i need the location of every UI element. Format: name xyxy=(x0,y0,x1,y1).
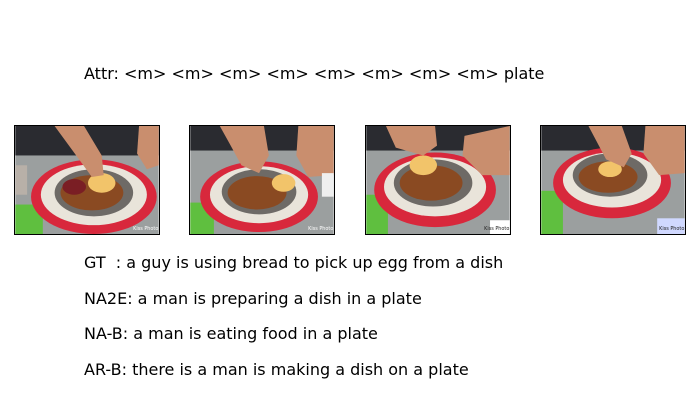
caption-ar-b: AR-B: there is a man is making a dish on… xyxy=(84,360,469,379)
video-frame-4: Kiss Photo xyxy=(540,125,686,235)
frame-3-image: Kiss Photo xyxy=(366,126,510,234)
frame-3-watermark: Kiss Photo xyxy=(484,226,509,232)
frame-2-image: Kiss Photo xyxy=(190,126,334,234)
frame-2-watermark: Kiss Photo xyxy=(308,226,333,232)
frame-1-image: Kiss Photo xyxy=(15,126,159,234)
caption-na2e: NA2E: a man is preparing a dish in a pla… xyxy=(84,289,422,308)
video-frame-1: Kiss Photo xyxy=(14,125,160,235)
attr-line: Attr: <m> <m> <m> <m> <m> <m> <m> <m> pl… xyxy=(84,64,545,83)
video-frame-2: Kiss Photo xyxy=(189,125,335,235)
caption-na-b: NA-B: a man is eating food in a plate xyxy=(84,324,378,343)
frame-4-image: Kiss Photo xyxy=(541,126,685,234)
frame-4-watermark: Kiss Photo xyxy=(659,226,684,232)
frame-1-watermark: Kiss Photo xyxy=(133,226,158,232)
video-frame-3: Kiss Photo xyxy=(365,125,511,235)
caption-gt: GT : a guy is using bread to pick up egg… xyxy=(84,253,504,272)
